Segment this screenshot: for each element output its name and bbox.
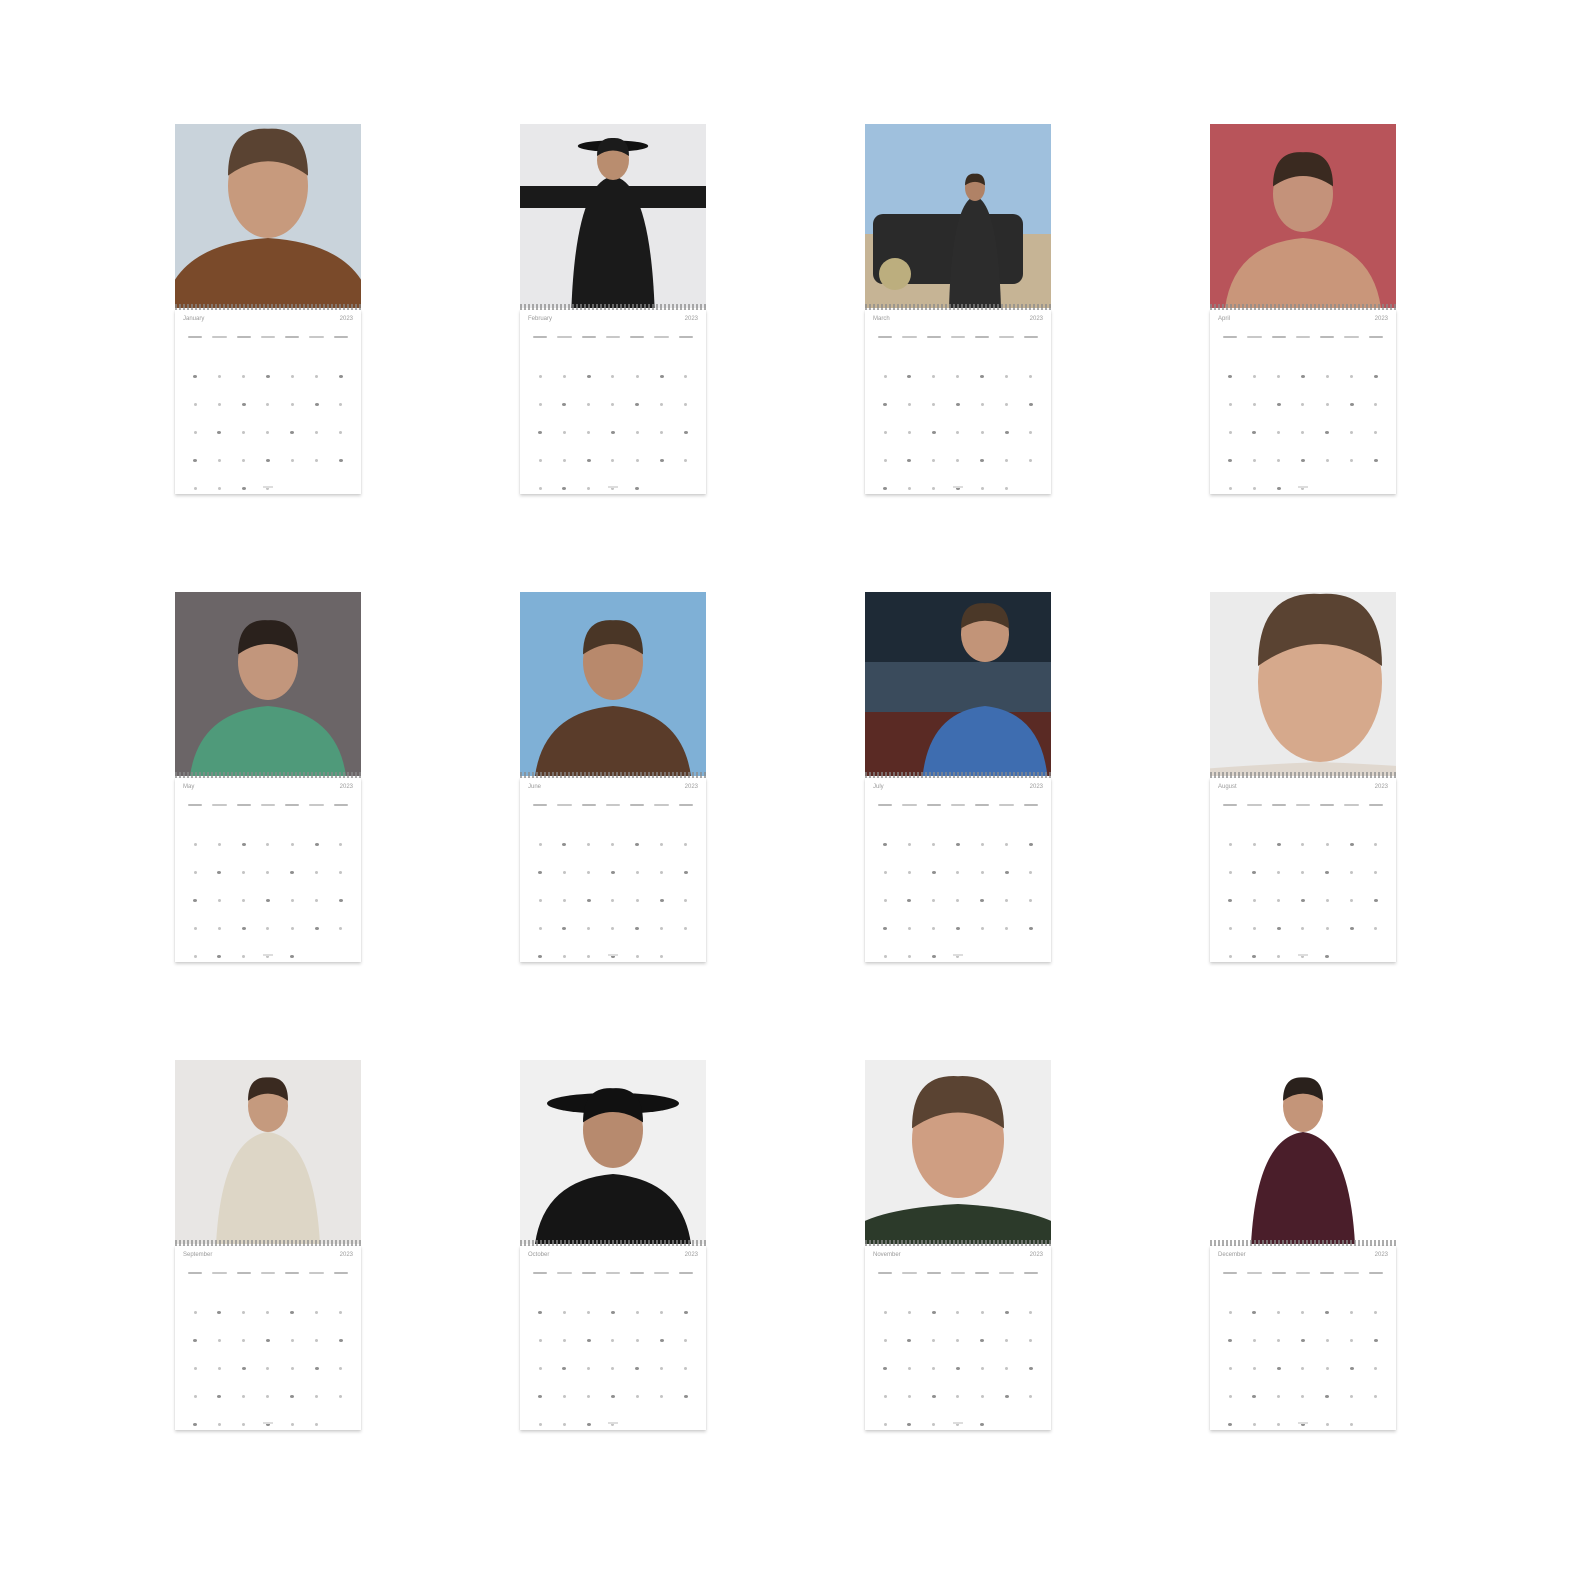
date-grid <box>873 830 1043 970</box>
calendar-may[interactable]: May 2023 <box>175 592 361 962</box>
portrait-image <box>1210 1060 1396 1244</box>
calendar-october[interactable]: October 2023 <box>520 1060 706 1430</box>
weekday-header <box>183 1272 353 1274</box>
year-label: 2023 <box>1374 784 1388 790</box>
month-photo <box>1210 592 1396 776</box>
portrait-image <box>175 1060 361 1244</box>
date-grid <box>528 362 698 502</box>
calendar-july[interactable]: July 2023 <box>865 592 1051 962</box>
month-photo <box>1210 124 1396 308</box>
month-name: June <box>528 784 542 790</box>
year-label: 2023 <box>339 784 353 790</box>
month-name: April <box>1218 316 1231 322</box>
date-grid <box>183 1298 353 1438</box>
calendar-page: October 2023 <box>520 1246 706 1430</box>
calendar-page: September 2023 <box>175 1246 361 1430</box>
calendar-august[interactable]: August 2023 <box>1210 592 1396 962</box>
weekday-header <box>873 1272 1043 1274</box>
calendar-page: November 2023 <box>865 1246 1051 1430</box>
month-photo <box>865 592 1051 776</box>
date-grid <box>1218 830 1388 970</box>
calendar-february[interactable]: February 2023 <box>520 124 706 494</box>
date-grid <box>873 362 1043 502</box>
date-grid <box>528 830 698 970</box>
weekday-header <box>1218 1272 1388 1274</box>
date-grid <box>183 830 353 970</box>
weekday-header <box>528 804 698 806</box>
year-label: 2023 <box>1374 316 1388 322</box>
weekday-header <box>528 1272 698 1274</box>
date-grid <box>183 362 353 502</box>
weekday-header <box>1218 336 1388 338</box>
date-grid <box>1218 1298 1388 1438</box>
portrait-image <box>175 592 361 776</box>
month-name: July <box>873 784 884 790</box>
weekday-header <box>873 804 1043 806</box>
year-label: 2023 <box>1029 784 1043 790</box>
year-label: 2023 <box>684 316 698 322</box>
month-photo <box>175 124 361 308</box>
date-grid <box>528 1298 698 1438</box>
date-grid <box>873 1298 1043 1438</box>
year-label: 2023 <box>684 1252 698 1258</box>
calendar-page: June 2023 <box>520 778 706 962</box>
month-name: August <box>1218 784 1237 790</box>
portrait-image <box>520 592 706 776</box>
calendar-january[interactable]: January 2023 <box>175 124 361 494</box>
calendar-grid: January 2023 February 2023 March 2023 Apr <box>0 0 1588 1588</box>
month-name: February <box>528 316 553 322</box>
calendar-page: May 2023 <box>175 778 361 962</box>
month-name: November <box>873 1252 901 1258</box>
portrait-image <box>1210 124 1396 308</box>
calendar-march[interactable]: March 2023 <box>865 124 1051 494</box>
portrait-image <box>865 592 1051 776</box>
calendar-september[interactable]: September 2023 <box>175 1060 361 1430</box>
weekday-header <box>873 336 1043 338</box>
portrait-image <box>175 124 361 308</box>
month-photo <box>1210 1060 1396 1244</box>
portrait-image <box>520 1060 706 1244</box>
weekday-header <box>183 336 353 338</box>
month-name: January <box>183 316 205 322</box>
calendar-page: August 2023 <box>1210 778 1396 962</box>
portrait-image <box>865 1060 1051 1244</box>
year-label: 2023 <box>339 316 353 322</box>
year-label: 2023 <box>684 784 698 790</box>
month-name: September <box>183 1252 213 1258</box>
year-label: 2023 <box>339 1252 353 1258</box>
year-label: 2023 <box>1029 1252 1043 1258</box>
calendar-april[interactable]: April 2023 <box>1210 124 1396 494</box>
calendar-page: January 2023 <box>175 310 361 494</box>
month-photo <box>520 592 706 776</box>
calendar-page: March 2023 <box>865 310 1051 494</box>
month-photo <box>865 1060 1051 1244</box>
month-name: March <box>873 316 890 322</box>
portrait-image <box>1210 592 1396 776</box>
portrait-image <box>865 124 1051 308</box>
calendar-page: February 2023 <box>520 310 706 494</box>
calendar-page: December 2023 <box>1210 1246 1396 1430</box>
weekday-header <box>528 336 698 338</box>
calendar-june[interactable]: June 2023 <box>520 592 706 962</box>
date-grid <box>1218 362 1388 502</box>
month-photo <box>865 124 1051 308</box>
weekday-header <box>183 804 353 806</box>
year-label: 2023 <box>1029 316 1043 322</box>
calendar-page: April 2023 <box>1210 310 1396 494</box>
month-photo <box>520 1060 706 1244</box>
calendar-december[interactable]: December 2023 <box>1210 1060 1396 1430</box>
calendar-november[interactable]: November 2023 <box>865 1060 1051 1430</box>
month-photo <box>175 592 361 776</box>
calendar-page: July 2023 <box>865 778 1051 962</box>
month-photo <box>520 124 706 308</box>
month-name: May <box>183 784 195 790</box>
month-photo <box>175 1060 361 1244</box>
portrait-image <box>520 124 706 308</box>
month-name: October <box>528 1252 550 1258</box>
year-label: 2023 <box>1374 1252 1388 1258</box>
weekday-header <box>1218 804 1388 806</box>
month-name: December <box>1218 1252 1246 1258</box>
